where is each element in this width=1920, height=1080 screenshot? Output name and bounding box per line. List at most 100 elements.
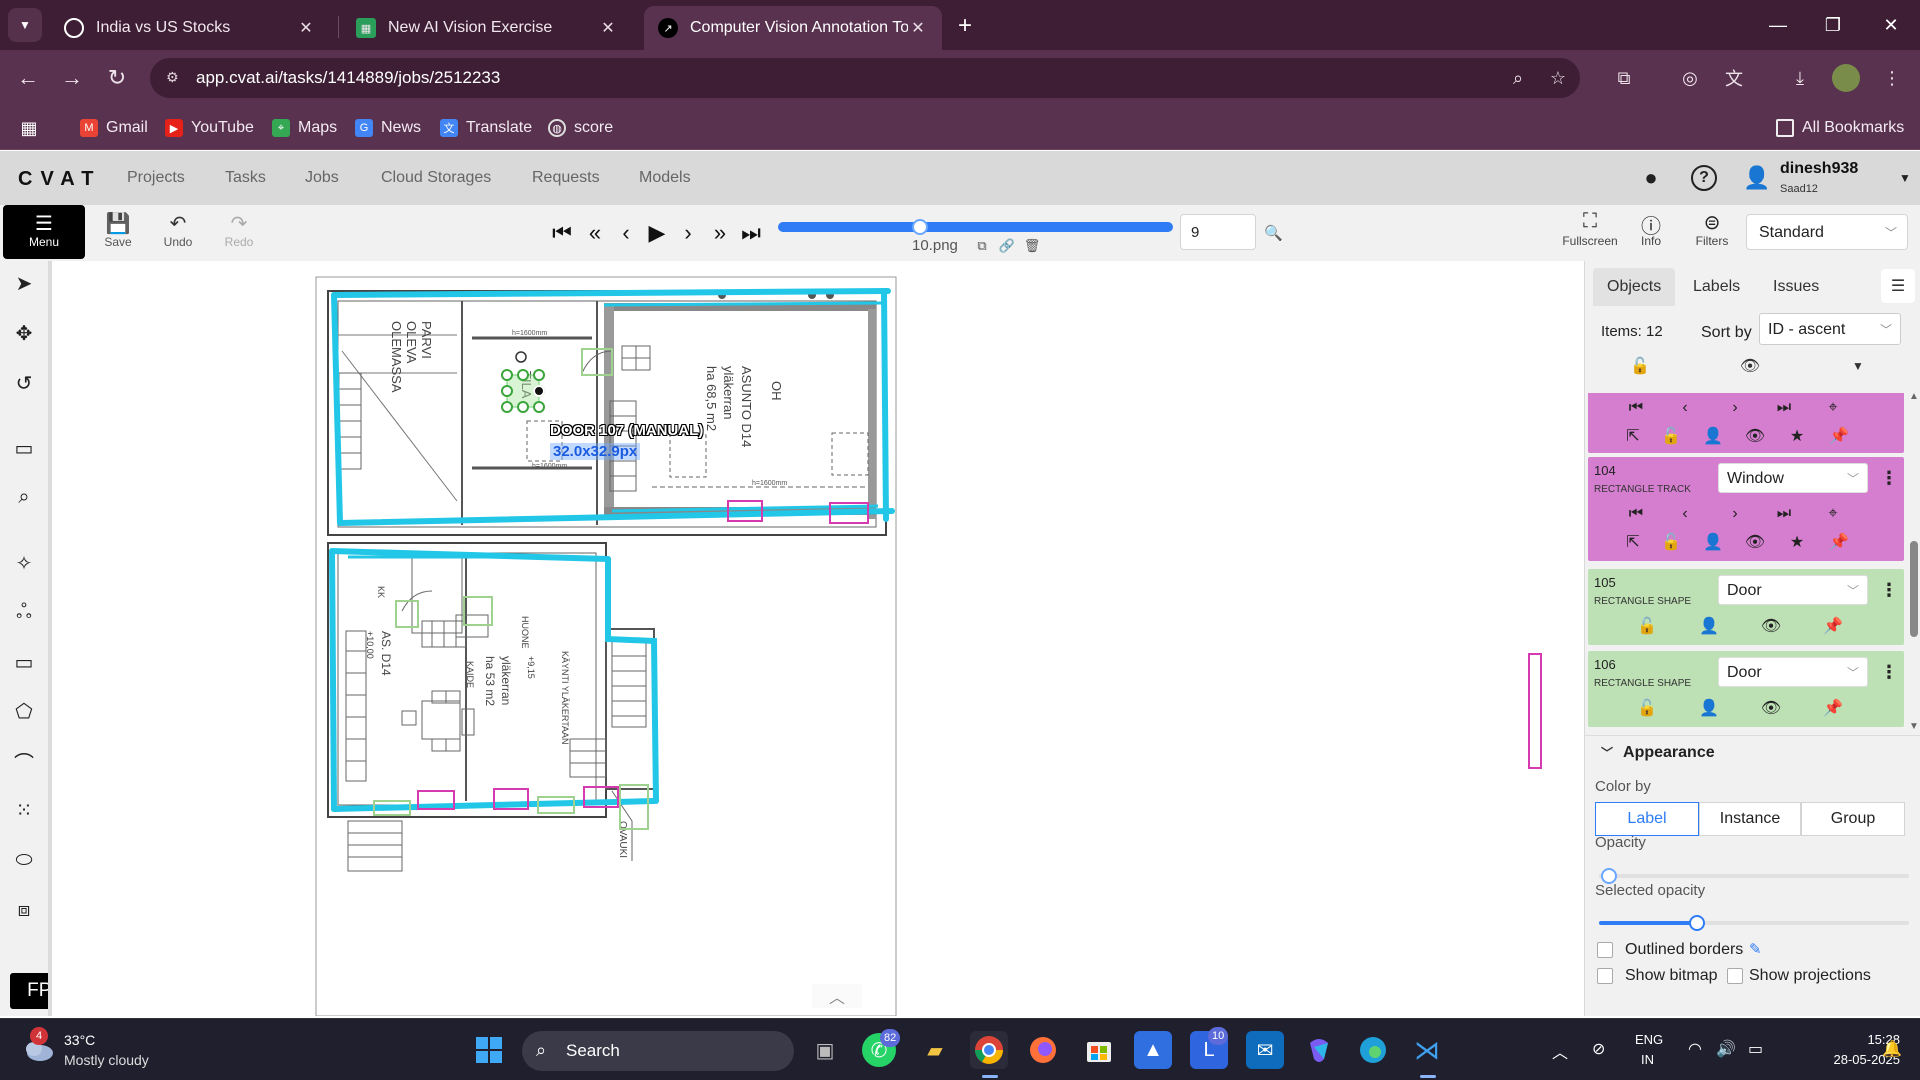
window-close-icon[interactable]: ✕ bbox=[1876, 10, 1906, 40]
notifications-bell-icon[interactable]: 🔔 bbox=[1882, 1039, 1902, 1059]
last-keyframe-icon[interactable]: ⏭ bbox=[1773, 397, 1795, 419]
chevron-up-icon[interactable]: ︿ bbox=[812, 984, 862, 1008]
rectangle-tool-icon[interactable]: ▭ bbox=[8, 646, 40, 678]
nav-tasks[interactable]: Tasks bbox=[225, 169, 266, 187]
copy-link-icon[interactable]: 🔗 bbox=[999, 238, 1015, 254]
objects-scrollbar[interactable] bbox=[1910, 541, 1918, 637]
scroll-down-icon[interactable]: ▼ bbox=[1909, 721, 1919, 732]
tab-new-ai-vision-exercise[interactable]: ▦ New AI Vision Exercise ✕ bbox=[342, 6, 632, 50]
outside-icon[interactable]: ⇱ bbox=[1622, 425, 1644, 447]
outlook-icon[interactable]: ✉ bbox=[1246, 1031, 1284, 1069]
lock-icon[interactable]: 🔓 bbox=[1660, 531, 1682, 553]
delete-frame-icon[interactable]: 🗑 bbox=[1024, 238, 1041, 254]
show-all-icon[interactable]: 👁 bbox=[1739, 355, 1761, 377]
object-card-106[interactable]: 106 RECTANGLE SHAPE Door ﹀ ⋮ 🔓 👤 👁 📌 bbox=[1588, 651, 1904, 727]
appearance-header[interactable]: ﹀ Appearance bbox=[1601, 744, 1715, 762]
all-bookmarks[interactable]: All Bookmarks bbox=[1776, 116, 1904, 140]
object-label-select[interactable]: Door ﹀ bbox=[1718, 657, 1868, 687]
tab-list-dropdown-icon[interactable]: ▼ bbox=[8, 8, 42, 42]
vscode-icon[interactable]: ⋊ bbox=[1408, 1031, 1446, 1069]
task-view-icon[interactable]: ▣ bbox=[806, 1031, 844, 1069]
filters-button[interactable]: ⊜ Filters bbox=[1682, 210, 1742, 254]
nav-jobs[interactable]: Jobs bbox=[305, 169, 339, 187]
color-by-instance-option[interactable]: Instance bbox=[1699, 802, 1801, 836]
color-by-group-option[interactable]: Group bbox=[1801, 802, 1905, 836]
play-icon[interactable]: ▶ bbox=[643, 219, 671, 247]
cvat-logo[interactable]: CVAT bbox=[18, 168, 101, 191]
save-button[interactable]: 💾 Save bbox=[93, 211, 143, 255]
workspace-select[interactable]: Standard ﹀ bbox=[1746, 214, 1908, 250]
taskbar-search[interactable]: ⌕ Search bbox=[522, 1031, 794, 1071]
firefox-icon[interactable] bbox=[1024, 1031, 1062, 1069]
pin-icon[interactable]: 📌 bbox=[1828, 425, 1850, 447]
profile-avatar[interactable] bbox=[1832, 64, 1860, 92]
scroll-up-icon[interactable]: ▲ bbox=[1909, 391, 1919, 402]
occluded-icon[interactable]: 👤 bbox=[1698, 697, 1720, 719]
windows-start-icon[interactable] bbox=[470, 1031, 508, 1069]
pin-icon[interactable]: 📌 bbox=[1822, 697, 1844, 719]
occluded-icon[interactable]: 👤 bbox=[1698, 615, 1720, 637]
close-tab-icon[interactable]: ✕ bbox=[908, 18, 928, 38]
show-bitmap-checkbox[interactable] bbox=[1597, 968, 1613, 984]
zoom-region-icon[interactable]: ⌕ bbox=[8, 481, 40, 513]
user-name[interactable]: dinesh938 bbox=[1780, 160, 1858, 178]
network-off-icon[interactable]: ⊘ bbox=[1592, 1039, 1605, 1059]
file-explorer-icon[interactable]: ▰ bbox=[916, 1031, 954, 1069]
ellipse-tool-icon[interactable]: ⬭ bbox=[8, 844, 40, 876]
selected-opacity-handle[interactable] bbox=[1689, 915, 1705, 931]
prev-keyframe-icon[interactable]: ‹ bbox=[1674, 397, 1696, 419]
next-frame-icon[interactable]: › bbox=[674, 219, 702, 247]
polyline-tool-icon[interactable]: ⌒ bbox=[8, 745, 40, 777]
pin-icon[interactable]: 📌 bbox=[1828, 531, 1850, 553]
object-menu-icon[interactable]: ⋮ bbox=[1880, 577, 1898, 603]
edit-border-color-icon[interactable]: ✎ bbox=[1749, 940, 1762, 958]
next-keyframe-icon[interactable]: › bbox=[1724, 397, 1746, 419]
copy-filename-icon[interactable]: ⧉ bbox=[974, 238, 990, 254]
object-menu-icon[interactable]: ⋮ bbox=[1880, 659, 1898, 685]
frame-search-icon[interactable]: 🔍 bbox=[1264, 224, 1283, 242]
bookmark-gmail[interactable]: M Gmail bbox=[80, 116, 148, 140]
object-label-select[interactable]: Door ﹀ bbox=[1718, 575, 1868, 605]
tab-objects[interactable]: Objects bbox=[1593, 268, 1676, 306]
lock-all-icon[interactable]: 🔓 bbox=[1629, 355, 1651, 377]
tab-issues[interactable]: Issues bbox=[1773, 278, 1819, 296]
info-button[interactable]: ⓘ Info bbox=[1621, 210, 1681, 254]
prev-keyframe-icon[interactable]: ‹ bbox=[1674, 503, 1696, 525]
opacity-slider[interactable] bbox=[1599, 874, 1909, 878]
copilot-icon[interactable] bbox=[1300, 1031, 1338, 1069]
reload-icon[interactable]: ↻ bbox=[101, 62, 133, 94]
window-annotation-marker[interactable] bbox=[1528, 653, 1542, 769]
bookmark-translate[interactable]: 文 Translate bbox=[440, 116, 532, 140]
back-icon[interactable]: ← bbox=[12, 62, 44, 94]
cuboid-tool-icon[interactable]: ⧈ bbox=[8, 894, 40, 926]
tab-cvat-active[interactable]: ↗ Computer Vision Annotation To ✕ bbox=[644, 6, 942, 50]
first-keyframe-icon[interactable]: ⏮ bbox=[1625, 503, 1647, 525]
color-by-label-option[interactable]: Label bbox=[1595, 802, 1699, 836]
visibility-icon[interactable]: 👁 bbox=[1744, 425, 1766, 447]
rotate-icon[interactable]: ↺ bbox=[8, 367, 40, 399]
visibility-icon[interactable]: 👁 bbox=[1760, 697, 1782, 719]
chrome-taskbar-icon[interactable] bbox=[970, 1031, 1008, 1069]
nav-requests[interactable]: Requests bbox=[532, 169, 600, 187]
edge-icon[interactable] bbox=[1354, 1031, 1392, 1069]
close-tab-icon[interactable]: ✕ bbox=[296, 18, 316, 38]
show-projections-checkbox[interactable] bbox=[1727, 968, 1743, 984]
ai-tools-icon[interactable]: ஃ bbox=[8, 597, 40, 629]
download-icon[interactable]: ⤓ bbox=[1786, 64, 1814, 92]
zoom-icon[interactable]: ⌕ bbox=[1506, 66, 1530, 90]
wifi-icon[interactable]: ◠ bbox=[1688, 1039, 1702, 1059]
last-keyframe-icon[interactable]: ⏭ bbox=[1773, 503, 1795, 525]
volume-icon[interactable]: 🔊 bbox=[1716, 1039, 1736, 1059]
restore-icon[interactable]: ❐ bbox=[1818, 10, 1848, 40]
help-icon[interactable]: ? bbox=[1691, 165, 1717, 191]
object-card-105[interactable]: 105 RECTANGLE SHAPE Door ﹀ ⋮ 🔓 👤 👁 📌 bbox=[1588, 569, 1904, 645]
back-step-icon[interactable]: « bbox=[581, 219, 609, 247]
forward-step-icon[interactable]: » bbox=[706, 219, 734, 247]
tray-overflow-icon[interactable]: ︿ bbox=[1552, 1039, 1568, 1063]
bookmark-youtube[interactable]: ▶ YouTube bbox=[165, 116, 254, 140]
microsoft-store-icon[interactable] bbox=[1080, 1031, 1118, 1069]
object-label-select[interactable]: Window ﹀ bbox=[1718, 463, 1868, 493]
object-card-track[interactable]: ⏮ ‹ › ⏭ ⌖ ⇱ 🔓 👤 👁 ★ 📌 bbox=[1588, 393, 1904, 453]
keyframe-pin-icon[interactable]: ⌖ bbox=[1822, 397, 1844, 419]
lock-icon[interactable]: 🔓 bbox=[1660, 425, 1682, 447]
